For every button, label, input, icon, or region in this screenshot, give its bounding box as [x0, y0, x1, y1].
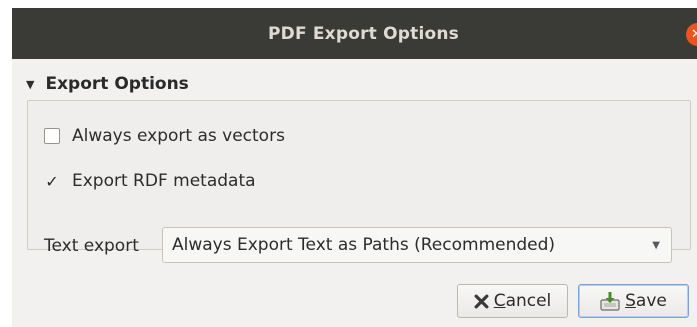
- cancel-button[interactable]: Cancel: [457, 284, 568, 318]
- rdf-metadata-label: Export RDF metadata: [72, 171, 256, 191]
- save-label: Save: [625, 291, 667, 311]
- text-export-row: Text export Always Export Text as Paths …: [28, 212, 690, 263]
- chevron-down-icon: ▼: [652, 239, 660, 251]
- text-export-selected: Always Export Text as Paths (Recommended…: [172, 235, 556, 255]
- export-options-group: Always export as vectors ✓ Export RDF me…: [27, 100, 691, 263]
- always-vectors-checkbox[interactable]: [44, 128, 60, 144]
- pdf-export-dialog: PDF Export Options ✕ ▼ Export Options Al…: [12, 8, 697, 327]
- title-bar[interactable]: PDF Export Options ✕: [12, 8, 697, 59]
- rdf-metadata-checkbox[interactable]: ✓: [44, 172, 60, 191]
- save-button[interactable]: Save: [578, 284, 689, 318]
- close-icon: ✕: [691, 27, 697, 42]
- save-icon: [600, 291, 620, 311]
- export-options-title: Export Options: [45, 74, 189, 94]
- always-vectors-label: Always export as vectors: [72, 126, 285, 146]
- dialog-title: PDF Export Options: [267, 23, 460, 44]
- cancel-label: Cancel: [493, 291, 552, 311]
- rdf-metadata-row[interactable]: ✓ Export RDF metadata: [44, 171, 256, 191]
- always-vectors-row[interactable]: Always export as vectors: [44, 126, 285, 146]
- text-export-select[interactable]: Always Export Text as Paths (Recommended…: [162, 227, 672, 263]
- triangle-down-icon: ▼: [26, 77, 35, 91]
- export-options-toggle[interactable]: ▼ Export Options: [26, 74, 189, 94]
- text-export-label: Text export: [44, 236, 139, 256]
- close-button[interactable]: ✕: [686, 23, 697, 46]
- cancel-x-icon: [474, 294, 489, 309]
